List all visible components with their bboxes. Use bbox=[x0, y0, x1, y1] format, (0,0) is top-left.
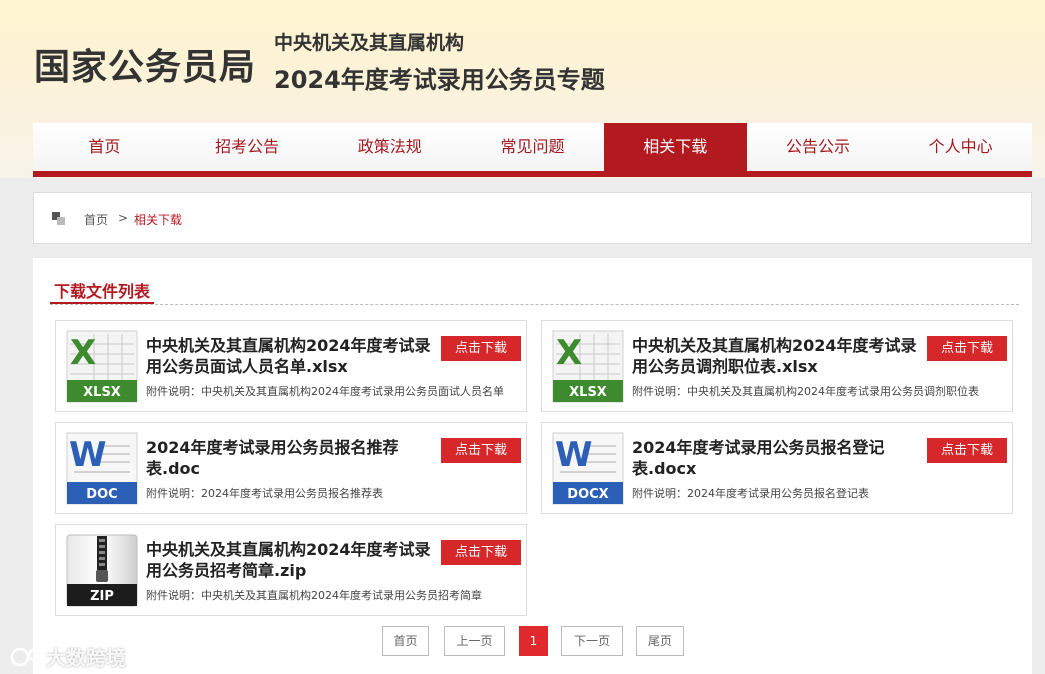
section-divider bbox=[50, 304, 1019, 305]
location-icon bbox=[52, 212, 66, 226]
word-file-icon[interactable]: W DOC bbox=[66, 432, 138, 505]
download-button[interactable]: 点击下载 bbox=[441, 540, 521, 565]
file-type-label: ZIP bbox=[90, 589, 114, 604]
site-title: 2024年度考试录用公务员专题 bbox=[274, 66, 605, 94]
svg-text:X: X bbox=[556, 333, 582, 373]
file-description: 附件说明：2024年度考试录用公务员报名登记表 bbox=[632, 487, 869, 500]
breadcrumb: 首页 > 相关下载 bbox=[33, 192, 1032, 244]
pagination-page-1[interactable]: 1 bbox=[519, 626, 548, 656]
watermark-logo-icon bbox=[10, 647, 46, 666]
watermark: 大数跨境 bbox=[10, 642, 126, 671]
file-description: 附件说明：2024年度考试录用公务员报名推荐表 bbox=[146, 487, 383, 500]
file-card: W DOCX 2024年度考试录用公务员报名登记表.docx 附件说明：2024… bbox=[541, 422, 1013, 514]
watermark-text: 大数跨境 bbox=[46, 646, 126, 670]
nav-item-policies[interactable]: 政策法规 bbox=[318, 123, 461, 171]
nav-item-home[interactable]: 首页 bbox=[33, 123, 176, 171]
download-button[interactable]: 点击下载 bbox=[441, 438, 521, 463]
excel-file-icon[interactable]: X XLSX bbox=[66, 330, 138, 403]
file-name[interactable]: 2024年度考试录用公务员报名登记表.docx bbox=[632, 437, 918, 479]
svg-text:W: W bbox=[69, 435, 107, 475]
breadcrumb-current[interactable]: 相关下载 bbox=[134, 211, 182, 228]
file-type-label: XLSX bbox=[83, 385, 121, 400]
file-type-label: DOCX bbox=[567, 487, 608, 502]
file-name[interactable]: 中央机关及其直属机构2024年度考试录用公务员面试人员名单.xlsx bbox=[146, 335, 432, 377]
file-card: X XLSX 中央机关及其直属机构2024年度考试录用公务员调剂职位表.xlsx… bbox=[541, 320, 1013, 412]
file-name[interactable]: 中央机关及其直属机构2024年度考试录用公务员招考简章.zip bbox=[146, 539, 432, 581]
main-nav: 首页 招考公告 政策法规 常见问题 相关下载 公告公示 个人中心 bbox=[33, 123, 1032, 177]
excel-file-icon[interactable]: X XLSX bbox=[552, 330, 624, 403]
pagination-last-button[interactable]: 尾页 bbox=[636, 626, 684, 656]
file-card: W DOC 2024年度考试录用公务员报名推荐表.doc 附件说明：2024年度… bbox=[55, 422, 527, 514]
nav-item-recruitment-notices[interactable]: 招考公告 bbox=[176, 123, 319, 171]
section-title: 下载文件列表 bbox=[50, 278, 155, 304]
svg-text:X: X bbox=[70, 333, 96, 373]
file-description: 附件说明：中央机关及其直属机构2024年度考试录用公务员面试人员名单 bbox=[146, 385, 504, 398]
breadcrumb-home-link[interactable]: 首页 bbox=[84, 211, 108, 228]
download-button[interactable]: 点击下载 bbox=[927, 438, 1007, 463]
download-button[interactable]: 点击下载 bbox=[927, 336, 1007, 361]
nav-item-announcements[interactable]: 公告公示 bbox=[747, 123, 890, 171]
site-subtitle: 中央机关及其直属机构 bbox=[274, 32, 465, 54]
pagination-prev-button[interactable]: 上一页 bbox=[444, 626, 505, 656]
word-file-icon[interactable]: W DOCX bbox=[552, 432, 624, 505]
file-description: 附件说明：中央机关及其直属机构2024年度考试录用公务员调剂职位表 bbox=[632, 385, 979, 398]
nav-item-personal-center[interactable]: 个人中心 bbox=[889, 123, 1032, 171]
file-type-label: DOC bbox=[86, 487, 117, 502]
file-name[interactable]: 中央机关及其直属机构2024年度考试录用公务员调剂职位表.xlsx bbox=[632, 335, 918, 377]
download-button[interactable]: 点击下载 bbox=[441, 336, 521, 361]
file-type-label: XLSX bbox=[569, 385, 607, 400]
site-logo[interactable]: 国家公务员局 bbox=[34, 38, 256, 90]
svg-text:W: W bbox=[555, 435, 593, 475]
nav-item-faq[interactable]: 常见问题 bbox=[461, 123, 604, 171]
breadcrumb-separator: > bbox=[118, 211, 129, 225]
file-card: ZIP 中央机关及其直属机构2024年度考试录用公务员招考简章.zip 附件说明… bbox=[55, 524, 527, 616]
nav-item-downloads[interactable]: 相关下载 bbox=[603, 123, 747, 171]
download-list-panel: 下载文件列表 X XLSX 中央机关及其直属机构2024年度考试录用公务员面试人… bbox=[33, 258, 1032, 674]
file-description: 附件说明：中央机关及其直属机构2024年度考试录用公务员招考简章 bbox=[146, 589, 482, 602]
file-name[interactable]: 2024年度考试录用公务员报名推荐表.doc bbox=[146, 437, 432, 479]
zip-file-icon[interactable]: ZIP bbox=[66, 534, 138, 607]
file-card: X XLSX 中央机关及其直属机构2024年度考试录用公务员面试人员名单.xls… bbox=[55, 320, 527, 412]
pagination-next-button[interactable]: 下一页 bbox=[561, 626, 623, 656]
pagination-first-button[interactable]: 首页 bbox=[382, 626, 429, 656]
